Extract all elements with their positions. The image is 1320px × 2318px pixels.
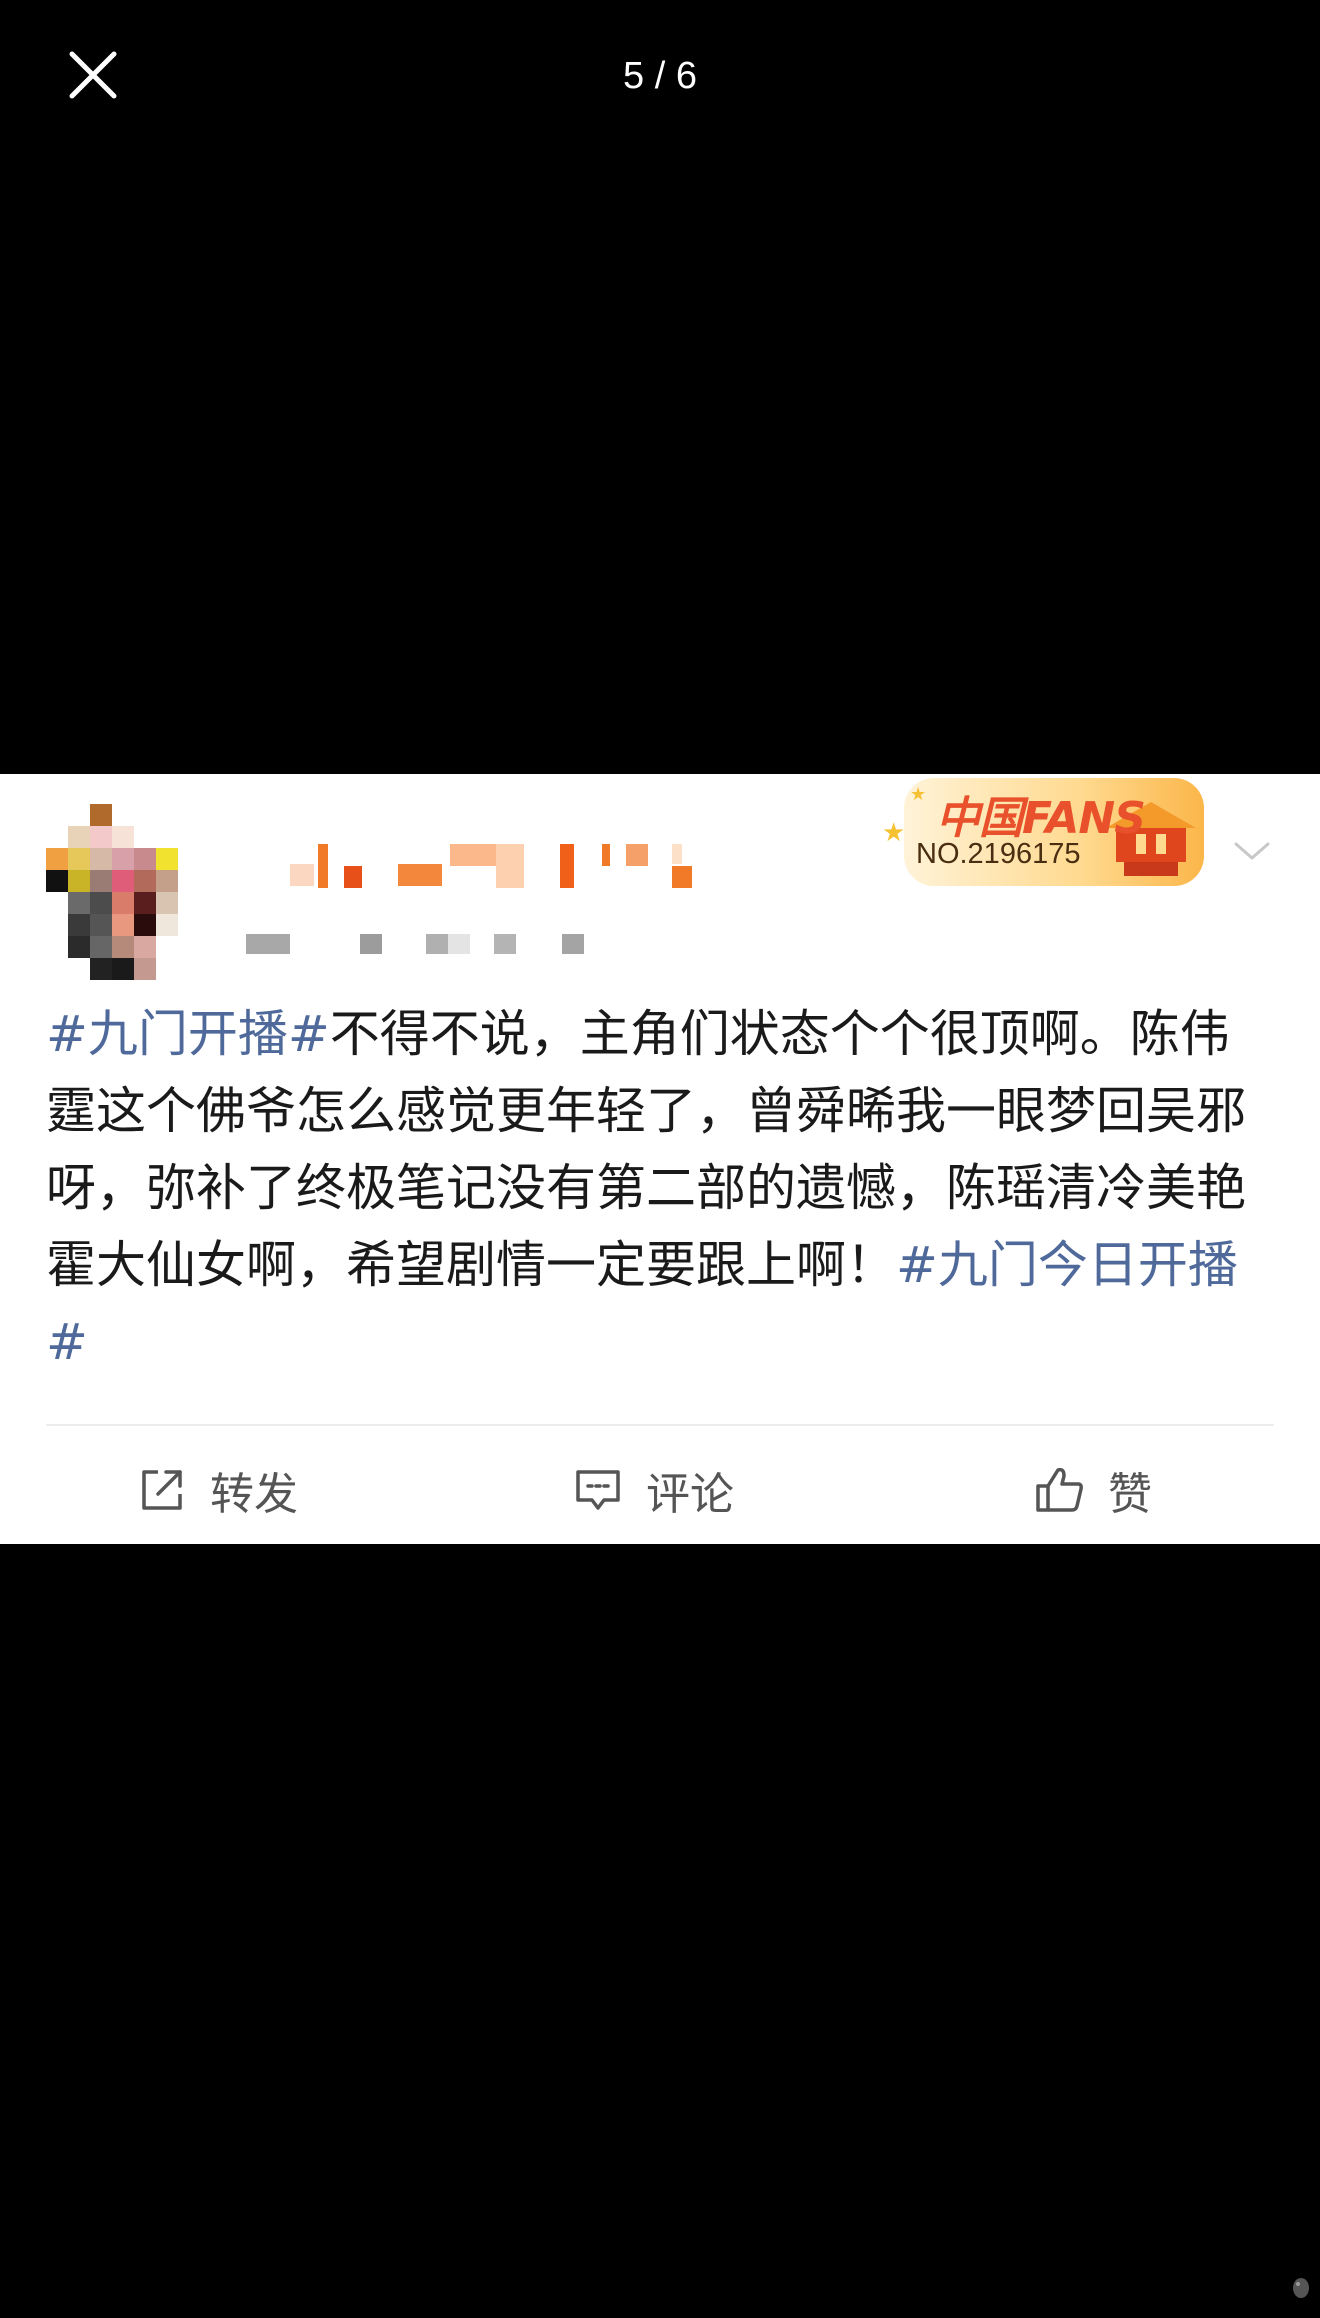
divider <box>46 1424 1274 1426</box>
like-button[interactable]: 赞 <box>1034 1450 1152 1530</box>
china-fans-badge[interactable]: ★ ★ 中国FANS NO.2196175 <box>880 774 1230 892</box>
username-obscured[interactable] <box>290 844 710 904</box>
star-icon: ★ <box>910 784 927 805</box>
star-icon: ★ <box>882 818 906 848</box>
avatar[interactable] <box>44 804 204 984</box>
post-content: #九门开播#不得不说，主角们状态个个很顶啊。陈伟霆这个佛爷怎么感觉更年轻了，曾舜… <box>46 996 1276 1381</box>
hashtag-jiumen-kaibo[interactable]: #九门开播# <box>46 1005 330 1063</box>
like-label: 赞 <box>1108 1469 1152 1520</box>
more-options-button[interactable] <box>1230 834 1274 868</box>
repost-label: 转发 <box>210 1469 298 1520</box>
viewer-top-bar: 5 / 6 <box>0 0 1320 150</box>
badge-number: NO.2196175 <box>916 838 1081 870</box>
post-meta-obscured <box>246 934 606 964</box>
comment-button[interactable]: 评论 <box>572 1450 734 1530</box>
thumbs-up-icon <box>1036 1467 1083 1512</box>
chevron-down-icon <box>1234 842 1270 860</box>
image-viewer: 5 / 6 ★ ★ 中国FANS NO.2196175 #九门开播#不得不说，主… <box>0 0 1320 2318</box>
page-counter: 5 / 6 <box>623 55 697 97</box>
watermark-icon <box>1290 2270 1312 2300</box>
repost-button[interactable]: 转发 <box>136 1450 298 1530</box>
comment-icon <box>576 1470 620 1510</box>
close-button[interactable] <box>62 50 122 100</box>
weibo-post-card: ★ ★ 中国FANS NO.2196175 #九门开播#不得不说，主角们状态个个… <box>0 774 1320 1544</box>
close-icon <box>69 51 117 99</box>
comment-label: 评论 <box>646 1469 734 1520</box>
badge-title: 中国FANS <box>936 793 1146 844</box>
repost-icon <box>142 1470 182 1510</box>
